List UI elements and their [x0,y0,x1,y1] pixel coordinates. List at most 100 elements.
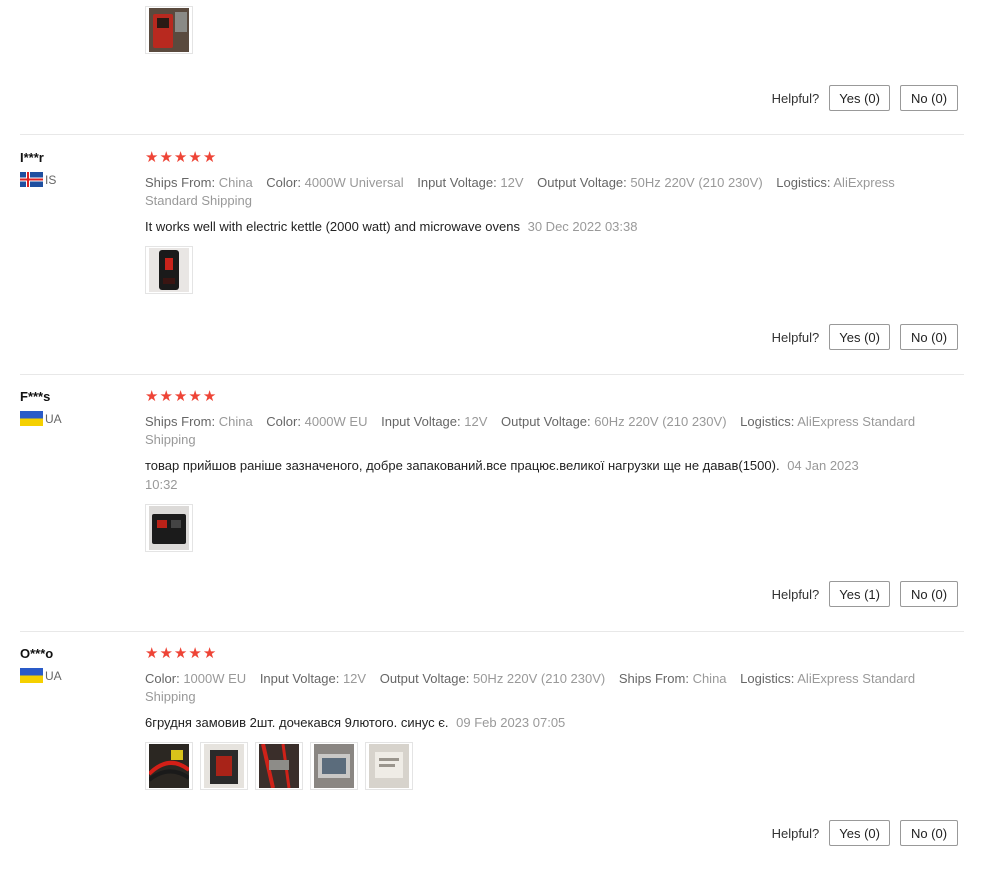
star-icon: ★ [145,149,159,166]
star-icon: ★ [188,388,202,405]
ukraine-flag-icon [20,668,43,683]
review-date: 30 Dec 2022 03:38 [527,219,638,234]
star-icon: ★ [173,149,188,166]
product-attributes: Ships From: China Color: 4000W Universal… [145,174,935,210]
yes-button[interactable]: Yes (0) [829,324,890,350]
attr-label: Output Voltage: [501,414,591,429]
yes-button[interactable]: Yes (0) [829,85,890,111]
photo-inverter-box-image [314,744,354,788]
attr-value: 4000W EU [304,414,368,429]
helpful-row: Helpful? Yes (0) No (0) [772,85,958,111]
attr-value: China [218,414,253,429]
country-code: IS [45,172,57,187]
helpful-label: Helpful? [771,825,820,841]
attr-value: 1000W EU [183,671,247,686]
reviewer-name: I***r [20,150,44,165]
helpful-row: Helpful? Yes (1) No (0) [772,581,958,607]
review-photos [145,742,935,790]
country-code: UA [45,668,62,683]
reviewer-country: UA [20,411,62,426]
attr-label: Ships From: [618,671,689,686]
review-photos [145,6,935,54]
reviewer-country: IS [20,172,56,187]
yes-button[interactable]: Yes (0) [829,820,890,846]
attr-label: Color: [145,671,180,686]
divider [20,631,964,632]
review-photo[interactable] [145,742,193,790]
review-item: I***r IS ★ ★ ★ ★ ★ Ships From: China Col… [20,150,964,374]
attr-value: China [218,175,253,190]
attr-value: China [692,671,727,686]
review-text: товар прийшов раніше зазначеного, добре … [145,458,780,473]
divider [20,134,964,135]
review-photo[interactable] [145,246,193,294]
photo-inverter-red-image [204,744,244,788]
review-photo[interactable] [200,742,248,790]
divider [20,374,964,375]
star-icon: ★ [202,149,217,166]
attr-label: Color: [266,414,301,429]
star-icon: ★ [159,388,173,405]
review-date: 09 Feb 2023 07:05 [456,715,566,730]
review-text: 6грудня замовив 2шт. дочекався 9лютого. … [145,715,449,730]
no-button[interactable]: No (0) [900,820,958,846]
star-icon: ★ [173,645,188,662]
star-icon: ★ [173,388,188,405]
helpful-row: Helpful? Yes (0) No (0) [772,324,958,350]
attr-value: 60Hz 220V (210 230V) [594,414,727,429]
review-photo[interactable] [255,742,303,790]
star-rating: ★ ★ ★ ★ ★ [145,389,935,405]
review-photos [145,246,935,294]
helpful-row: Helpful? Yes (0) No (0) [772,820,958,846]
photo-red-device-image [149,8,189,52]
star-icon: ★ [145,645,159,662]
attr-value: 50Hz 220V (210 230V) [630,175,763,190]
photo-kettle-image [149,248,189,292]
attr-label: Input Voltage: [417,175,497,190]
review-text-block: 6грудня замовив 2шт. дочекався 9лютого. … [145,713,935,732]
no-button[interactable]: No (0) [900,581,958,607]
review-photos [145,504,935,552]
photo-label-image [369,744,409,788]
no-button[interactable]: No (0) [900,85,958,111]
review-photo[interactable] [145,504,193,552]
attr-label: Input Voltage: [259,671,340,686]
review-text-block: товар прийшов раніше зазначеного, добре … [145,456,875,494]
star-icon: ★ [159,149,173,166]
attr-label: Output Voltage: [537,175,627,190]
star-icon: ★ [159,645,173,662]
review-photo[interactable] [310,742,358,790]
star-rating: ★ ★ ★ ★ ★ [145,646,935,662]
attr-label: Ships From: [145,175,216,190]
yes-button[interactable]: Yes (1) [829,581,890,607]
review-text: It works well with electric kettle (2000… [145,219,520,234]
ukraine-flag-icon [20,411,43,426]
reviewer-name: O***o [20,646,54,661]
photo-inverter-dark-image [149,506,189,550]
attr-value: 50Hz 220V (210 230V) [472,671,606,686]
review-photo[interactable] [145,6,193,54]
review-item: O***o UA ★ ★ ★ ★ ★ Color: 1000W EU Input… [20,646,964,866]
review-photo[interactable] [365,742,413,790]
product-attributes: Color: 1000W EU Input Voltage: 12V Outpu… [145,670,935,706]
star-icon: ★ [188,149,202,166]
photo-wiring-1-image [149,744,189,788]
star-icon: ★ [202,645,217,662]
helpful-label: Helpful? [771,586,820,602]
reviewer-country: UA [20,668,62,683]
attr-label: Logistics: [740,671,795,686]
attr-value: 12V [500,175,524,190]
review-top-partial: Helpful? Yes (0) No (0) [20,0,964,134]
photo-wiring-2-image [259,744,299,788]
attr-label: Output Voltage: [379,671,470,686]
helpful-label: Helpful? [771,90,820,106]
reviewer-name: F***s [20,389,51,404]
star-rating: ★ ★ ★ ★ ★ [145,150,935,166]
product-attributes: Ships From: China Color: 4000W EU Input … [145,413,935,449]
attr-value: 12V [342,671,367,686]
attr-label: Logistics: [740,414,795,429]
helpful-label: Helpful? [771,329,820,345]
no-button[interactable]: No (0) [900,324,958,350]
review-text-block: It works well with electric kettle (2000… [145,217,935,236]
star-icon: ★ [188,645,202,662]
